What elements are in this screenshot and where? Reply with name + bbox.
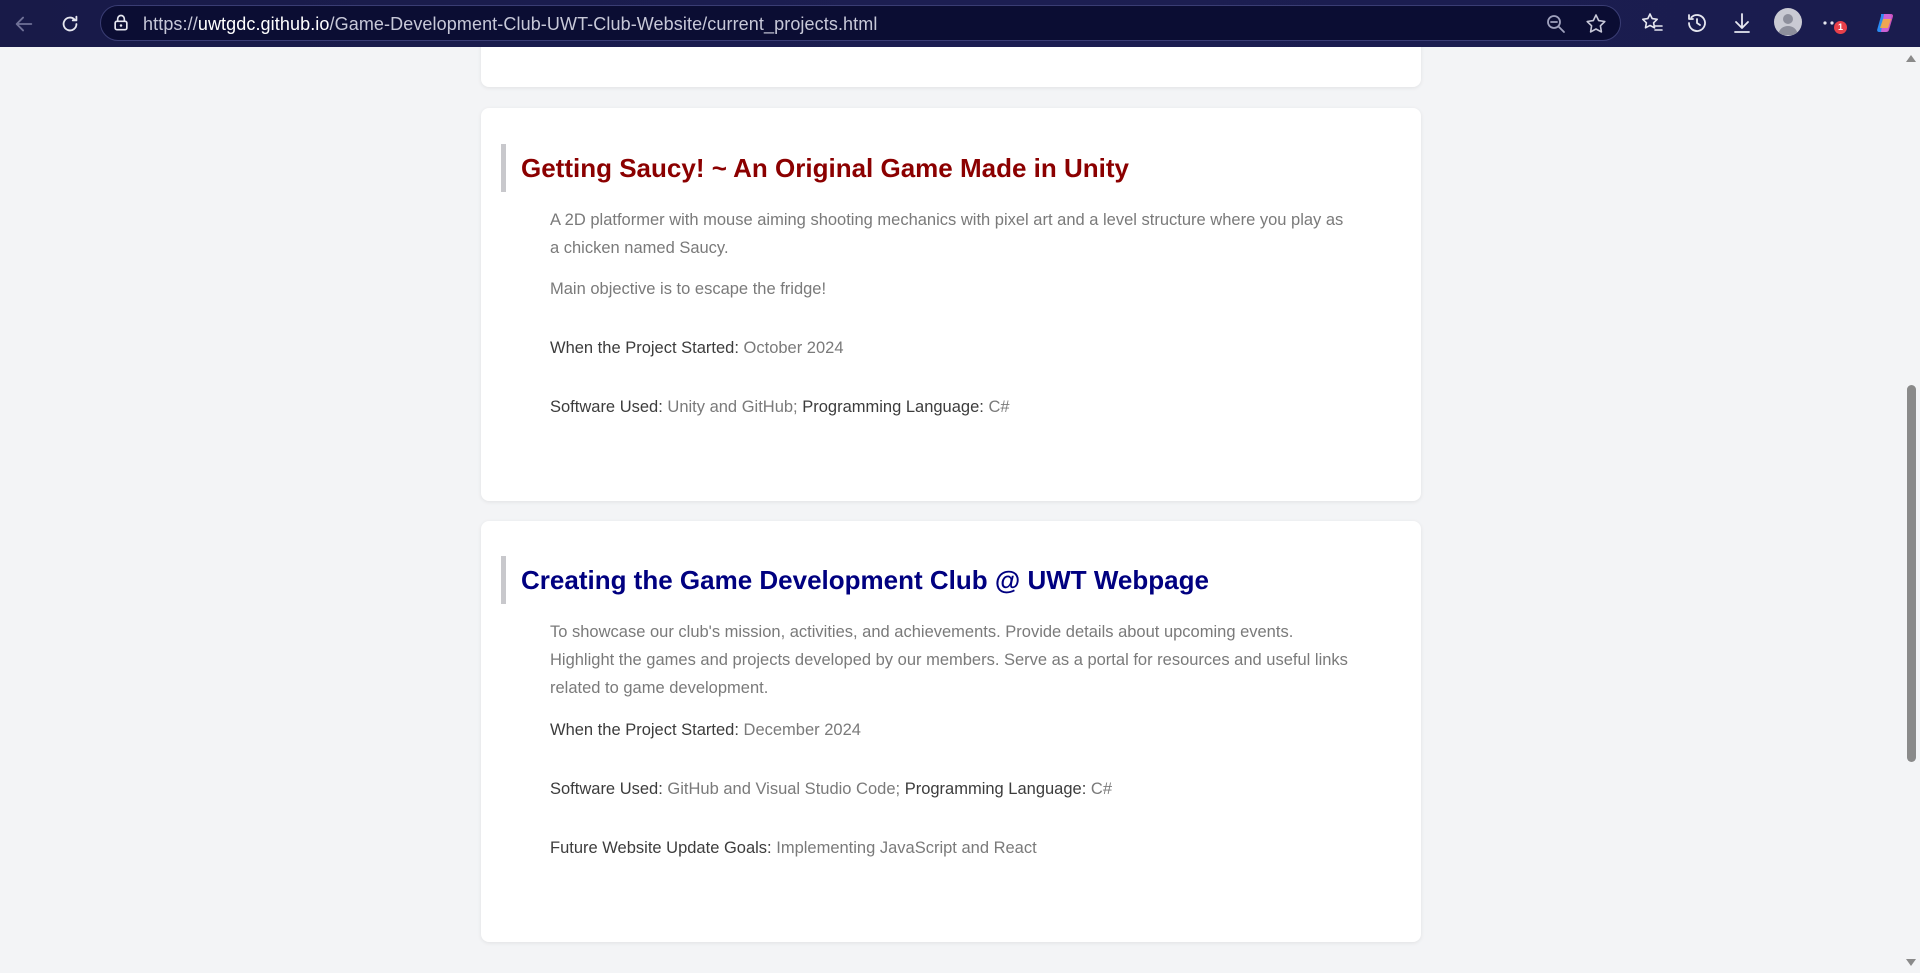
zoom-out-icon[interactable] — [1544, 12, 1568, 36]
page-viewport: Getting Saucy! ~ An Original Game Made i… — [0, 47, 1903, 973]
software-label: Software Used: — [550, 780, 663, 798]
project-title: Creating the Game Development Club @ UWT… — [501, 556, 1209, 604]
person-icon — [1778, 14, 1798, 35]
refresh-button[interactable] — [54, 8, 86, 40]
software-label: Software Used: — [550, 398, 663, 416]
copilot-button[interactable] — [1872, 9, 1900, 37]
page-scrollbar[interactable] — [1903, 47, 1920, 973]
project-card-club-webpage: Creating the Game Development Club @ UWT… — [481, 521, 1421, 942]
favorites-button[interactable] — [1638, 9, 1666, 37]
software-value: GitHub and Visual Studio Code; — [667, 780, 901, 798]
history-icon — [1688, 14, 1706, 32]
future-goals-label: Future Website Update Goals: — [550, 839, 772, 857]
scroll-thumb[interactable] — [1907, 385, 1916, 762]
scroll-up-arrow-icon[interactable] — [1906, 55, 1916, 62]
language-label: Programming Language: — [904, 780, 1087, 798]
address-bar[interactable]: https://uwtgdc.github.io/Game-Developmen… — [100, 5, 1621, 41]
back-button[interactable] — [8, 8, 40, 40]
history-button[interactable] — [1683, 9, 1711, 37]
project-start-date: When the Project Started: October 2024 — [550, 334, 1350, 362]
language-label: Programming Language: — [802, 398, 984, 416]
start-date-label: When the Project Started: — [550, 721, 739, 739]
notification-badge: 1 — [1834, 21, 1847, 34]
project-software: Software Used: Unity and GitHub; Program… — [550, 393, 1350, 421]
favorite-star-icon[interactable] — [1584, 12, 1608, 36]
software-value: Unity and GitHub; — [667, 398, 798, 416]
project-card-getting-saucy: Getting Saucy! ~ An Original Game Made i… — [481, 108, 1421, 501]
copilot-icon — [1877, 14, 1894, 32]
future-goals-value: Implementing JavaScript and React — [776, 839, 1037, 857]
downloads-button[interactable] — [1728, 9, 1756, 37]
project-future-goals: Future Website Update Goals: Implementin… — [550, 834, 1350, 862]
url-path: /Game-Development-Club-UWT-Club-Website/… — [329, 14, 878, 34]
download-icon — [1734, 13, 1750, 33]
url-host: uwtgdc.github.io — [197, 14, 330, 34]
scroll-down-arrow-icon[interactable] — [1906, 959, 1916, 966]
lock-icon[interactable] — [111, 13, 131, 33]
url-prefix: https:// — [143, 14, 198, 34]
language-value: C# — [988, 398, 1010, 416]
favorites-list-icon — [1642, 13, 1663, 31]
project-title: Getting Saucy! ~ An Original Game Made i… — [501, 144, 1129, 192]
url-text[interactable]: https://uwtgdc.github.io/Game-Developmen… — [143, 14, 877, 35]
back-arrow-icon — [15, 16, 33, 32]
project-start-date: When the Project Started: December 2024 — [550, 716, 1350, 744]
start-date-value: December 2024 — [743, 721, 861, 739]
refresh-icon — [62, 15, 78, 32]
language-value: C# — [1090, 780, 1112, 798]
project-description: To showcase our club's mission, activiti… — [550, 623, 1348, 697]
previous-project-card — [481, 47, 1421, 87]
project-software: Software Used: GitHub and Visual Studio … — [550, 775, 1350, 803]
browser-toolbar: https://uwtgdc.github.io/Game-Developmen… — [0, 0, 1920, 47]
profile-avatar[interactable] — [1774, 8, 1802, 36]
project-objective: Main objective is to escape the fridge! — [550, 280, 827, 298]
start-date-value: October 2024 — [743, 339, 844, 357]
project-description: A 2D platformer with mouse aiming shooti… — [550, 211, 1344, 257]
start-date-label: When the Project Started: — [550, 339, 739, 357]
